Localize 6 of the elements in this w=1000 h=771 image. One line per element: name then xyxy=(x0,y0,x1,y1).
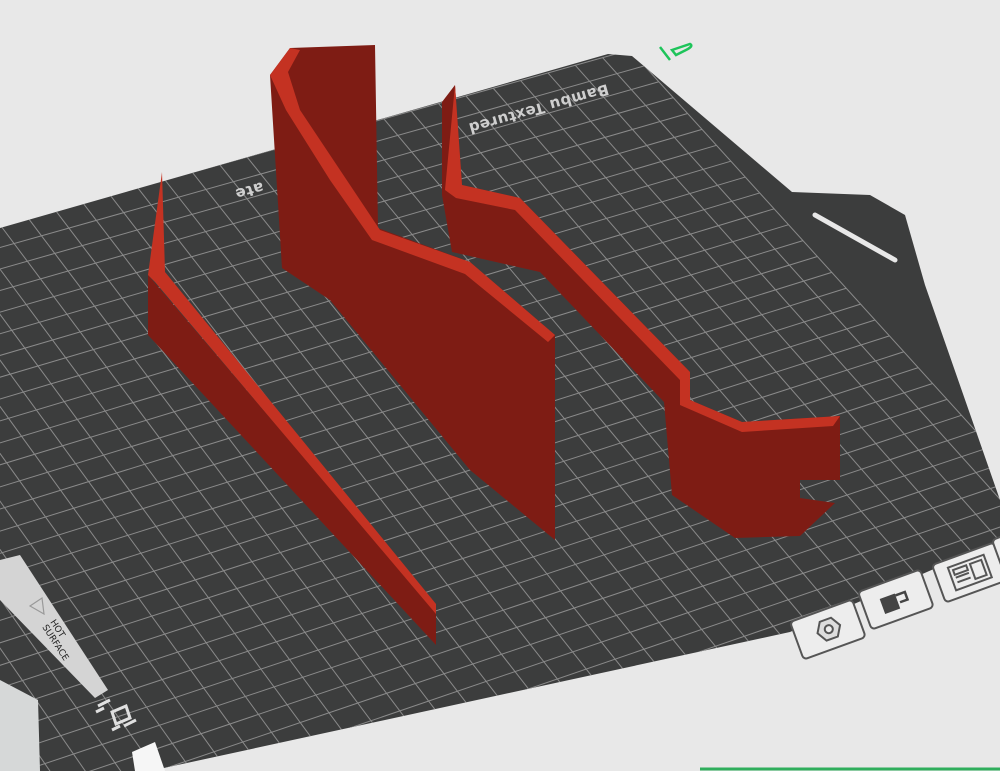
flip-arrows-icon xyxy=(94,698,138,732)
padlock-icon xyxy=(880,590,910,614)
hexagon-nut-icon xyxy=(816,616,842,642)
layout-grid-icon xyxy=(946,553,994,592)
plate-label-text: ate xyxy=(233,178,266,204)
warning-triangle-icon xyxy=(28,596,45,616)
